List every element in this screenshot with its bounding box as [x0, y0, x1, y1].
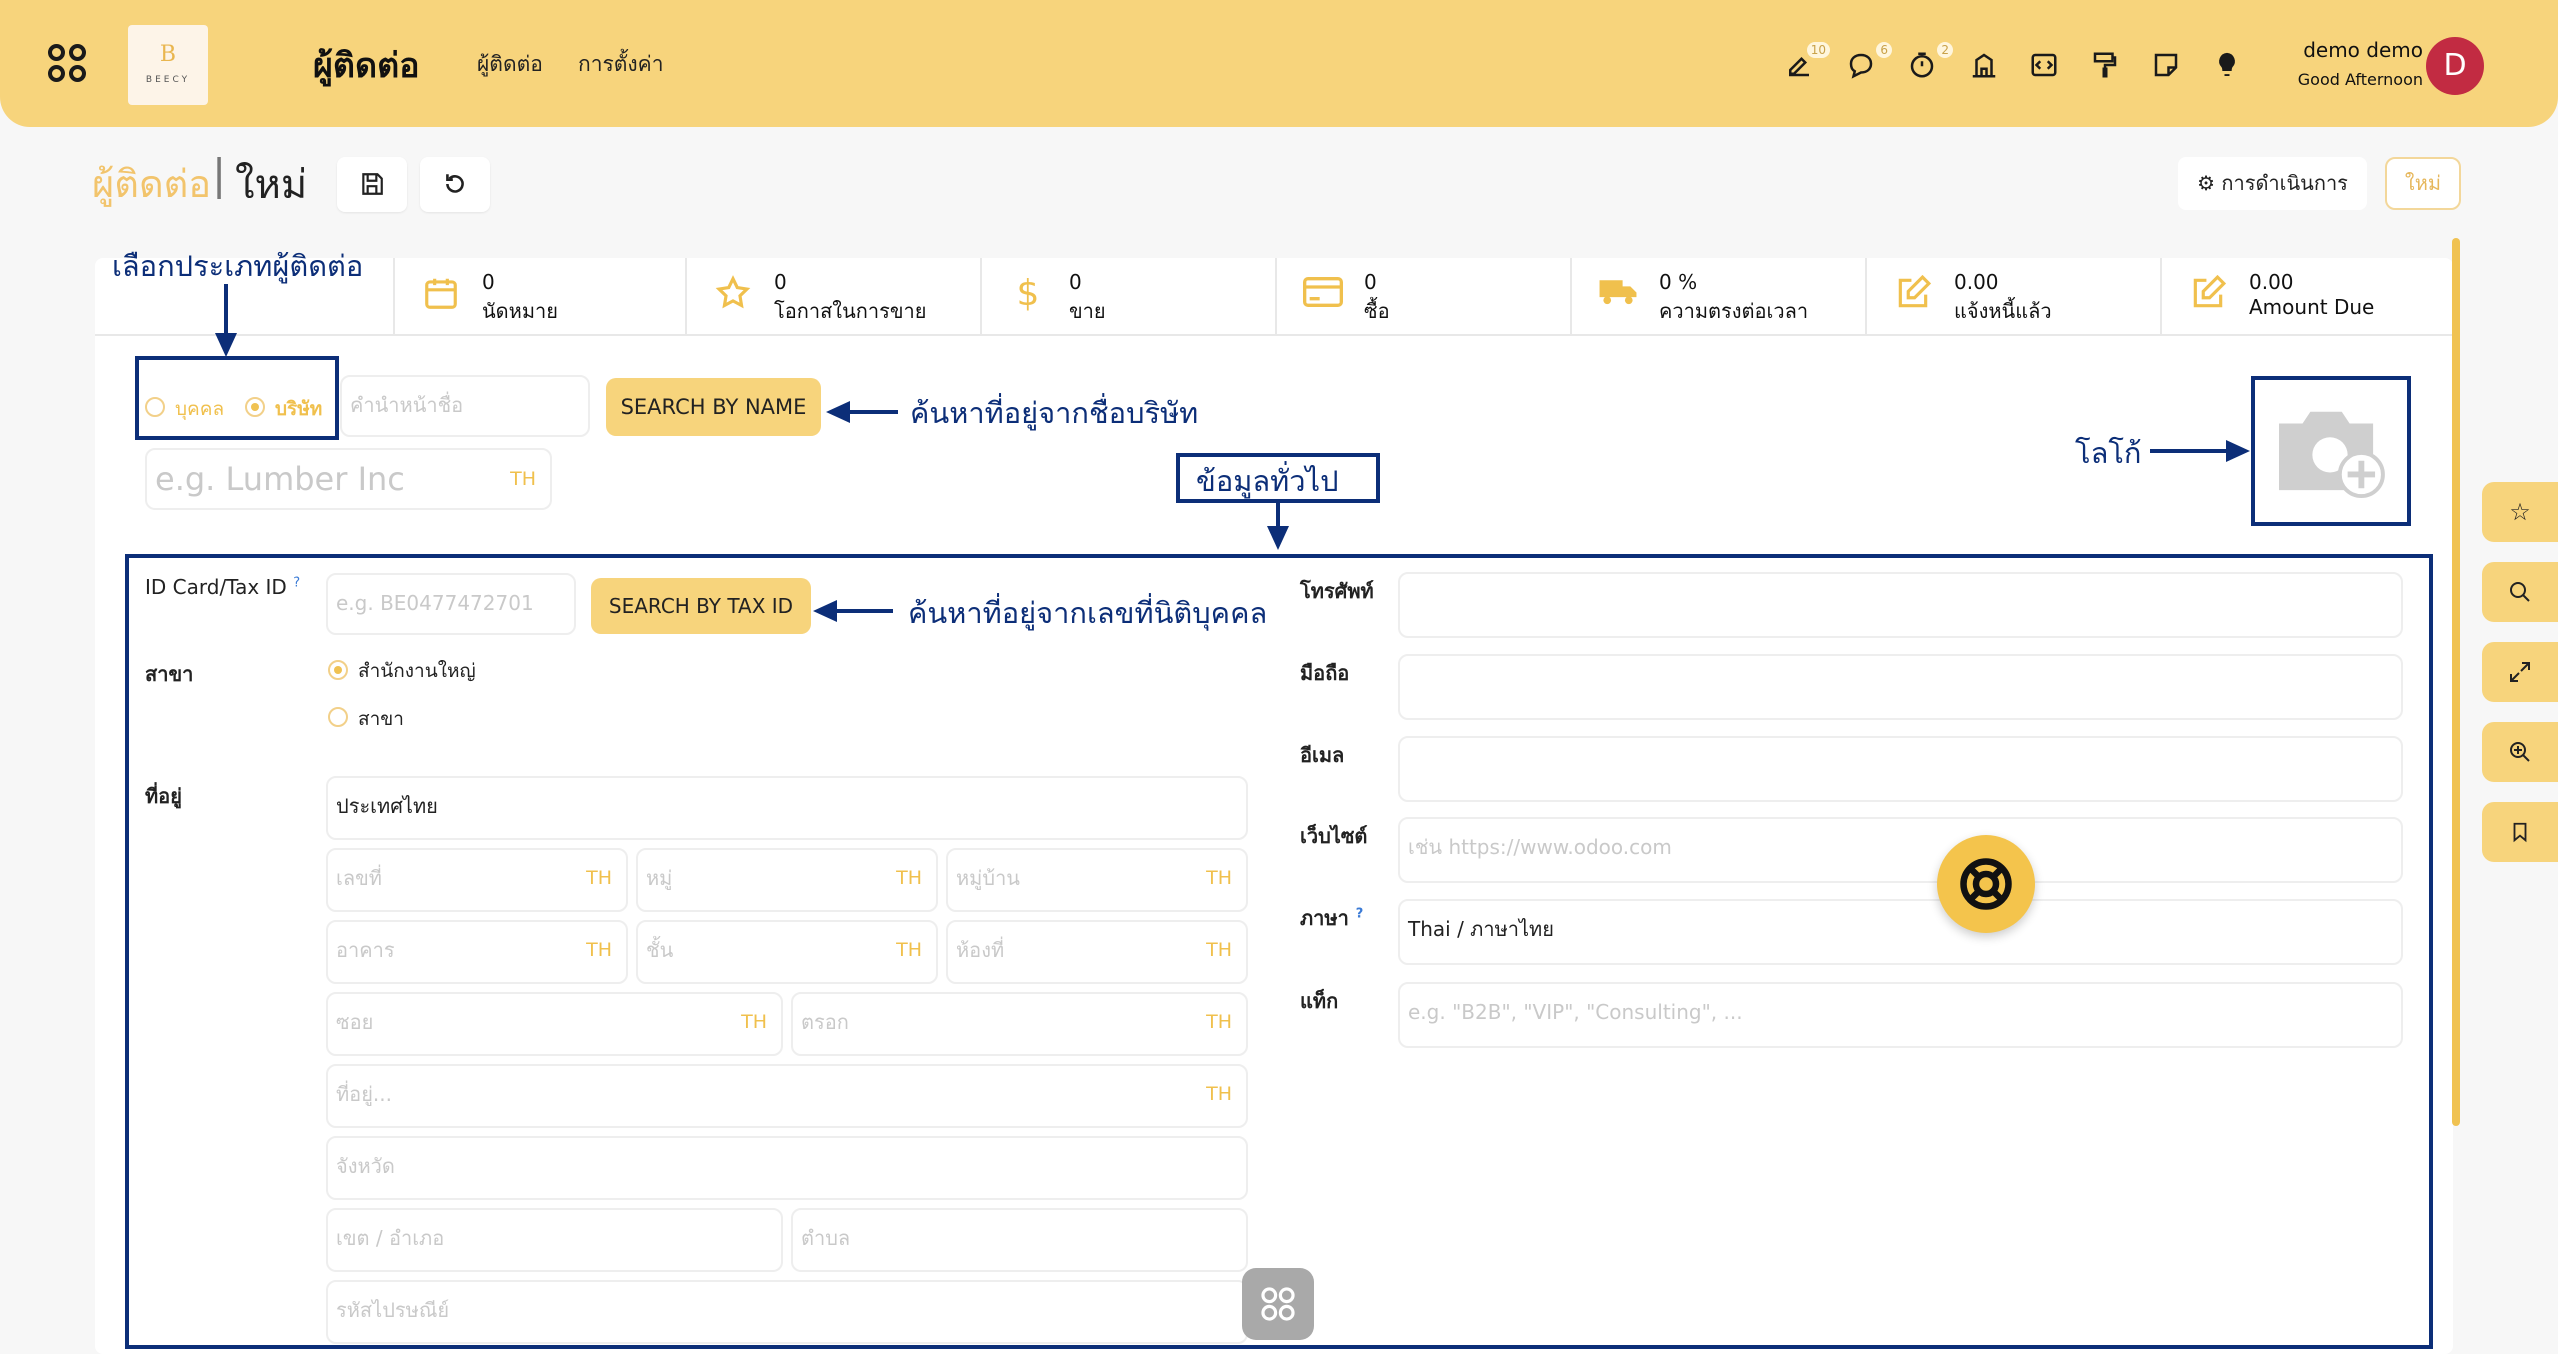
activity-badge: 10 — [1806, 42, 1830, 58]
stat-on-time[interactable]: 0 % ความตรงต่อเวลา — [1570, 258, 1865, 336]
calendar-icon — [421, 274, 461, 314]
app-title: ผู้ติดต่อ — [313, 46, 420, 86]
stat-value: 0 — [1364, 270, 1377, 294]
truck-icon — [1598, 274, 1638, 314]
annotation-arrowhead — [2226, 440, 2250, 462]
stat-value: 0 — [774, 270, 787, 294]
chat-badge: 6 — [1876, 42, 1892, 58]
stat-amount-due[interactable]: 0.00 Amount Due — [2160, 258, 2453, 336]
apps-icon — [1261, 1287, 1295, 1321]
lifebuoy-icon — [1960, 858, 2012, 910]
stat-label: ความตรงต่อเวลา — [1659, 299, 1809, 323]
zoom-in-icon[interactable] — [2482, 722, 2558, 782]
annotation-search-name: ค้นหาที่อยู่จากชื่อบริษัท — [910, 396, 1199, 430]
annotation-arrowhead — [1267, 526, 1289, 550]
edit-icon — [2188, 274, 2228, 314]
annotation-arrow — [846, 410, 898, 414]
stat-value: 0 — [482, 270, 495, 294]
paint-roller-icon[interactable] — [2088, 48, 2122, 82]
stat-sales[interactable]: $ 0 ขาย — [980, 258, 1275, 336]
save-button[interactable] — [337, 157, 407, 212]
stat-appointments[interactable]: 0 นัดหมาย — [393, 258, 685, 336]
building-icon[interactable] — [1967, 48, 2001, 82]
dollar-icon: $ — [1016, 273, 1040, 314]
stat-purchases[interactable]: 0 ซื้อ — [1275, 258, 1570, 336]
activity-icon[interactable]: 10 — [1782, 42, 1830, 82]
title-placeholder: คำนำหน้าชื่อ — [350, 393, 464, 417]
company-name-input[interactable]: e.g. Lumber Inc TH — [145, 448, 552, 510]
translate-tag[interactable]: TH — [510, 450, 536, 508]
stat-label: ซื้อ — [1364, 299, 1390, 323]
avatar[interactable]: D — [2426, 37, 2484, 95]
search-icon[interactable] — [2482, 562, 2558, 622]
user-greeting: Good Afternoon — [2297, 70, 2423, 89]
stat-invoiced[interactable]: 0.00 แจ้งหนี้แล้ว — [1865, 258, 2160, 336]
annotation-arrow — [2150, 449, 2230, 453]
breadcrumb-parent[interactable]: ผู้ติดต่อ — [92, 153, 211, 214]
stat-label: แจ้งหนี้แล้ว — [1954, 299, 2052, 323]
new-button[interactable]: ใหม่ — [2385, 157, 2461, 210]
credit-card-icon — [1303, 274, 1343, 314]
annotation-arrowhead — [215, 333, 237, 357]
gear-icon: ⚙ — [2197, 171, 2222, 195]
stat-label: โอกาสในการขาย — [774, 299, 927, 323]
apps-float-button[interactable] — [1242, 1268, 1314, 1340]
menu-settings[interactable]: การตั้งค่า — [578, 48, 664, 81]
logo-initial: B — [159, 42, 177, 67]
discard-button[interactable] — [420, 157, 490, 212]
timer-badge: 2 — [1937, 42, 1953, 58]
annotation-select-type: เลือกประเภทผู้ติดต่อ — [112, 249, 364, 283]
stat-value: 0.00 — [2249, 270, 2294, 294]
menu-contacts[interactable]: ผู้ติดต่อ — [477, 48, 543, 81]
action-label: การดำเนินการ — [2221, 171, 2348, 195]
user-name[interactable]: demo demo — [2303, 38, 2423, 62]
stat-value: 0.00 — [1954, 270, 1999, 294]
breadcrumb-separator: | — [212, 150, 227, 199]
annotation-logo: โลโก้ — [2075, 436, 2142, 470]
action-button[interactable]: ⚙ การดำเนินการ — [2178, 157, 2367, 210]
annotation-box-type — [135, 356, 339, 440]
code-icon[interactable] — [2027, 48, 2061, 82]
scrollbar[interactable] — [2452, 238, 2460, 1126]
title-field[interactable]: คำนำหน้าชื่อ — [340, 375, 590, 437]
stat-label: ขาย — [1069, 299, 1106, 323]
edit-icon — [1893, 274, 1933, 314]
timer-icon[interactable]: 2 — [1905, 42, 1953, 82]
expand-icon[interactable] — [2482, 642, 2558, 702]
name-placeholder: e.g. Lumber Inc — [155, 460, 405, 498]
stat-value: 0 — [1069, 270, 1082, 294]
note-icon[interactable] — [2149, 48, 2183, 82]
stat-label: นัดหมาย — [482, 299, 558, 323]
logo-text: BEECY — [145, 75, 191, 85]
annotation-box-logo — [2251, 376, 2411, 526]
apps-menu-icon[interactable] — [48, 44, 90, 86]
stat-opportunities[interactable]: 0 โอกาสในการขาย — [685, 258, 980, 336]
star-icon — [713, 274, 753, 314]
lightbulb-icon[interactable] — [2210, 48, 2244, 82]
help-lifebuoy-button[interactable] — [1937, 835, 2035, 933]
chat-icon[interactable]: 6 — [1844, 42, 1892, 82]
stat-label: Amount Due — [2249, 295, 2375, 319]
search-by-name-button[interactable]: SEARCH BY NAME — [606, 378, 821, 436]
bookmark-icon[interactable] — [2482, 802, 2558, 862]
star-icon[interactable]: ☆ — [2482, 482, 2558, 542]
annotation-general-info: ข้อมูลทั่วไป — [1196, 464, 1339, 498]
company-logo[interactable]: B BEECY — [128, 25, 208, 105]
breadcrumb-current: ใหม่ — [235, 162, 308, 208]
annotation-box-form — [125, 554, 2433, 1349]
stat-value: 0 % — [1659, 270, 1698, 294]
